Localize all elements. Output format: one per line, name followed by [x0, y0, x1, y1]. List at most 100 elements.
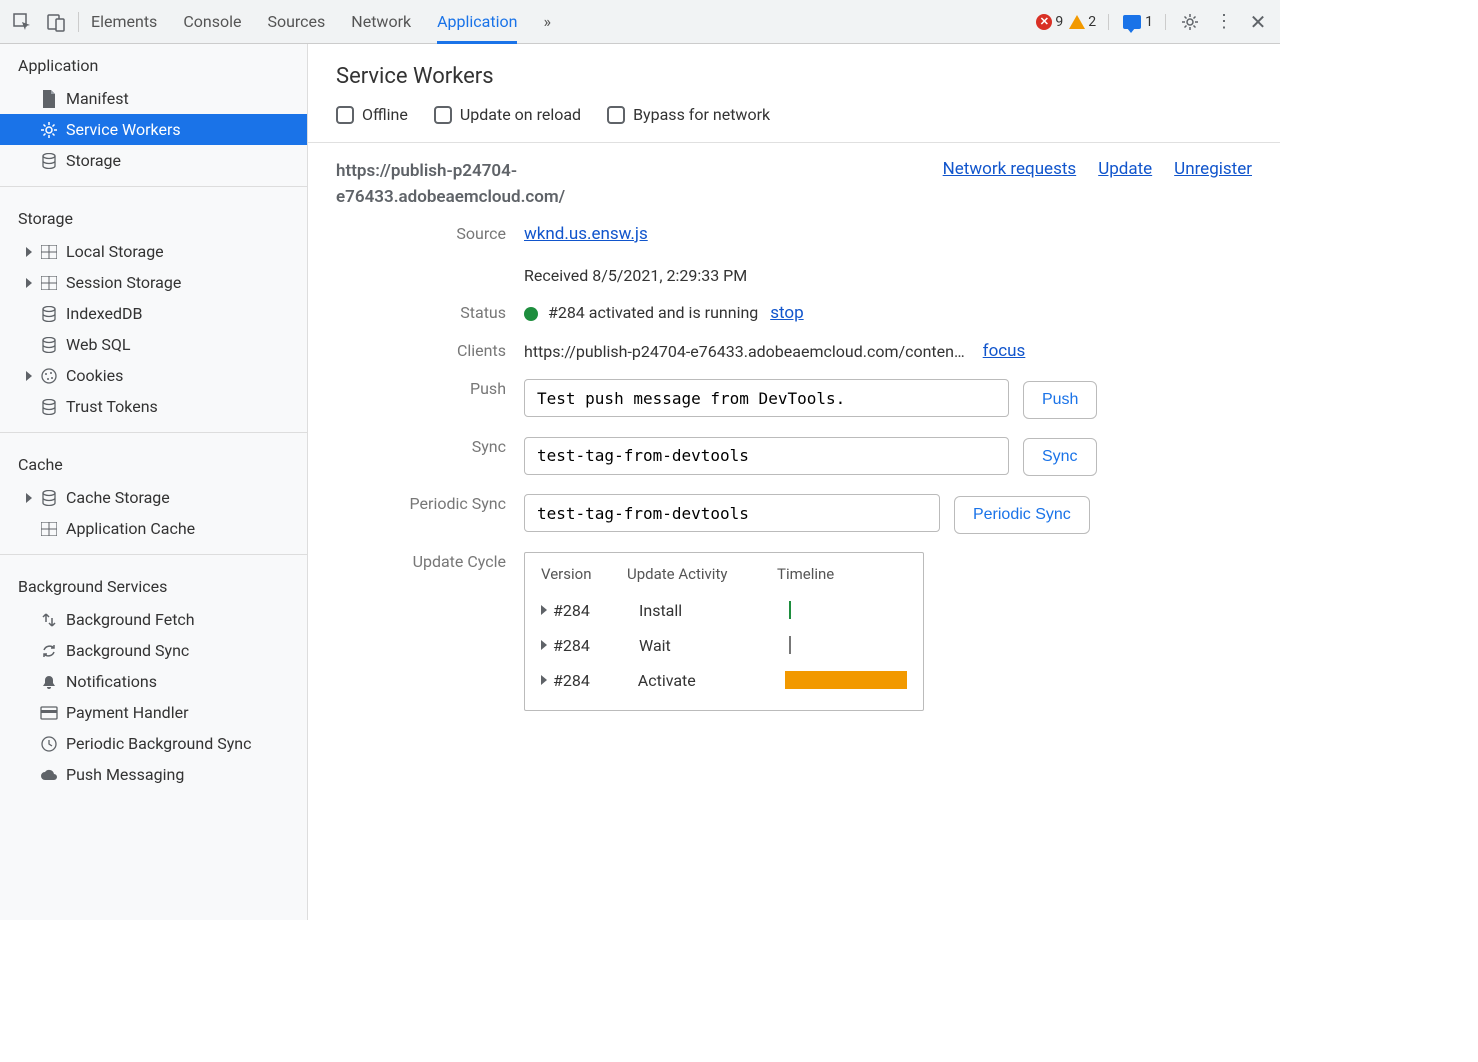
sidebar-item-storage[interactable]: Storage — [0, 145, 307, 176]
update-reload-checkbox[interactable]: Update on reload — [434, 105, 581, 124]
panel-title: Service Workers — [336, 64, 1252, 89]
sidebar-item-local-storage[interactable]: Local Storage — [0, 236, 307, 267]
label: Periodic Background Sync — [66, 734, 251, 753]
label: Payment Handler — [66, 703, 189, 722]
sidebar-item-payment[interactable]: Payment Handler — [0, 697, 307, 728]
sidebar-item-service-workers[interactable]: Service Workers — [0, 114, 307, 145]
label: Manifest — [66, 89, 129, 108]
more-options-icon[interactable]: ⋮ — [1214, 12, 1234, 32]
sidebar-item-push[interactable]: Push Messaging — [0, 759, 307, 790]
tab-elements[interactable]: Elements — [91, 2, 157, 41]
error-number: 9 — [1055, 14, 1063, 30]
status-indicator-icon — [524, 307, 538, 321]
label: Web SQL — [66, 335, 131, 354]
sidebar-item-manifest[interactable]: Manifest — [0, 83, 307, 114]
sidebar-item-websql[interactable]: Web SQL — [0, 329, 307, 360]
status-text: #284 activated and is running — [548, 303, 758, 322]
periodic-sync-label: Periodic Sync — [336, 494, 506, 513]
update-row[interactable]: #284 Install — [541, 593, 907, 628]
activity: Wait — [639, 636, 769, 655]
activity: Install — [639, 601, 769, 620]
inspect-icon[interactable] — [12, 12, 32, 32]
source-label: Source — [336, 224, 506, 243]
label: Update on reload — [460, 105, 581, 124]
section-bg-services: Background Services — [0, 565, 307, 604]
scope-url: https://publish-p24704-e76433.adobeaemcl… — [336, 159, 666, 210]
network-requests-link[interactable]: Network requests — [943, 159, 1077, 179]
tab-network[interactable]: Network — [351, 2, 411, 41]
received-text: Received 8/5/2021, 2:29:33 PM — [524, 266, 1252, 285]
sidebar-item-bg-fetch[interactable]: Background Fetch — [0, 604, 307, 635]
sidebar-item-trust-tokens[interactable]: Trust Tokens — [0, 391, 307, 422]
sidebar-item-periodic-bg-sync[interactable]: Periodic Background Sync — [0, 728, 307, 759]
tabs-more-icon[interactable]: » — [543, 2, 551, 41]
tab-application[interactable]: Application — [437, 2, 517, 44]
push-input[interactable] — [524, 379, 1009, 417]
timeline-install-bar — [789, 601, 791, 619]
issue-count[interactable]: 1 — [1123, 14, 1166, 30]
credit-card-icon — [40, 704, 58, 722]
update-row[interactable]: #284 Activate — [541, 663, 907, 698]
database-icon — [40, 398, 58, 416]
table-icon — [40, 243, 58, 261]
client-url: https://publish-p24704-e76433.adobeaemcl… — [524, 342, 965, 361]
settings-icon[interactable] — [1180, 12, 1200, 32]
section-cache: Cache — [0, 443, 307, 482]
service-workers-panel: Service Workers Offline Update on reload… — [308, 44, 1280, 920]
tab-console[interactable]: Console — [183, 2, 241, 41]
sync-button[interactable]: Sync — [1023, 438, 1097, 476]
periodic-sync-input[interactable] — [524, 494, 940, 532]
label: Application Cache — [66, 519, 195, 538]
label: Offline — [362, 105, 408, 124]
sidebar-item-bg-sync[interactable]: Background Sync — [0, 635, 307, 666]
cloud-icon — [40, 766, 58, 784]
sidebar-item-notifications[interactable]: Notifications — [0, 666, 307, 697]
stop-link[interactable]: stop — [770, 303, 803, 323]
version: #284 — [553, 601, 619, 620]
sidebar-item-cache-storage[interactable]: Cache Storage — [0, 482, 307, 513]
sidebar-item-session-storage[interactable]: Session Storage — [0, 267, 307, 298]
bell-icon — [40, 673, 58, 691]
section-storage: Storage — [0, 197, 307, 236]
database-icon — [40, 336, 58, 354]
sync-label: Sync — [336, 437, 506, 456]
push-button[interactable]: Push — [1023, 381, 1097, 419]
update-link[interactable]: Update — [1098, 159, 1152, 179]
update-row[interactable]: #284 Wait — [541, 628, 907, 663]
col-version: Version — [541, 565, 607, 583]
label: Session Storage — [66, 273, 181, 292]
database-icon — [40, 489, 58, 507]
tab-sources[interactable]: Sources — [267, 2, 325, 41]
clients-label: Clients — [336, 341, 506, 360]
table-icon — [40, 274, 58, 292]
version: #284 — [553, 671, 618, 690]
transfer-icon — [40, 611, 58, 629]
database-icon — [40, 152, 58, 170]
warning-count[interactable]: 2 — [1069, 14, 1096, 30]
error-count[interactable]: ✕9 — [1036, 14, 1063, 30]
focus-link[interactable]: focus — [983, 341, 1026, 361]
devtools-toolbar: Elements Console Sources Network Applica… — [0, 0, 1280, 44]
device-toggle-icon[interactable] — [46, 12, 66, 32]
sidebar-item-indexeddb[interactable]: IndexedDB — [0, 298, 307, 329]
bypass-checkbox[interactable]: Bypass for network — [607, 105, 770, 124]
close-icon[interactable]: ✕ — [1248, 12, 1268, 32]
sidebar-item-cookies[interactable]: Cookies — [0, 360, 307, 391]
sidebar-item-app-cache[interactable]: Application Cache — [0, 513, 307, 544]
label: IndexedDB — [66, 304, 142, 323]
offline-checkbox[interactable]: Offline — [336, 105, 408, 124]
gear-icon — [40, 121, 58, 139]
source-file-link[interactable]: wknd.us.ensw.js — [524, 224, 648, 244]
sync-input[interactable] — [524, 437, 1009, 475]
label: Cache Storage — [66, 488, 170, 507]
update-cycle-label: Update Cycle — [336, 552, 506, 571]
timeline-wait-bar — [789, 636, 791, 654]
section-application: Application — [0, 44, 307, 83]
unregister-link[interactable]: Unregister — [1174, 159, 1252, 179]
label: Background Sync — [66, 641, 189, 660]
push-label: Push — [336, 379, 506, 398]
periodic-sync-button[interactable]: Periodic Sync — [954, 496, 1090, 534]
clock-icon — [40, 735, 58, 753]
issue-number: 1 — [1145, 14, 1153, 30]
table-icon — [40, 520, 58, 538]
